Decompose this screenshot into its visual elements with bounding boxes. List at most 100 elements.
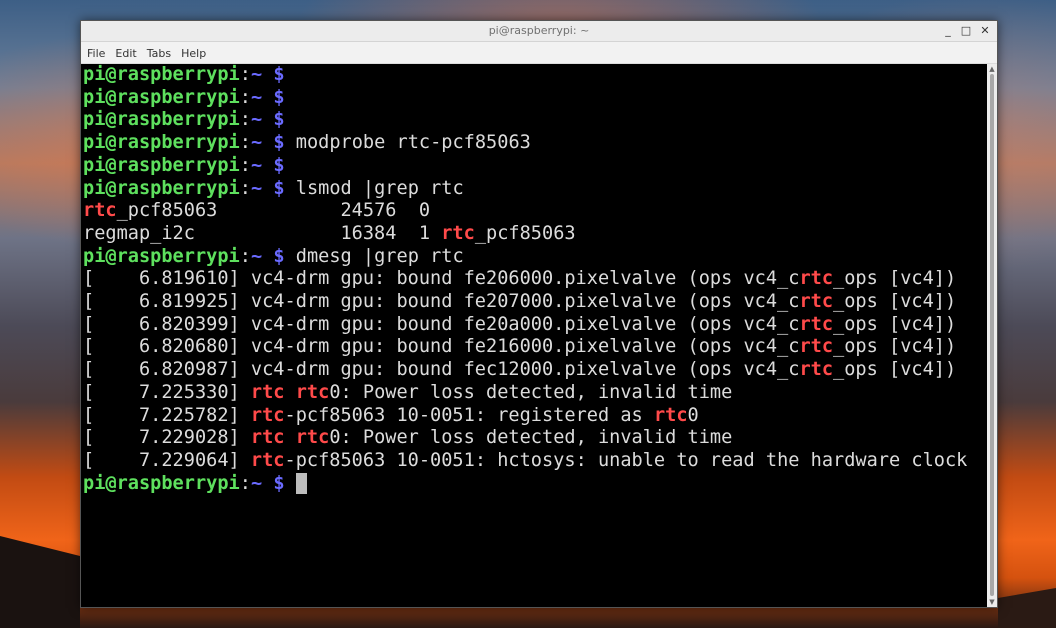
prompt-dollar: $ xyxy=(273,64,285,85)
prompt-path: ~ xyxy=(250,109,263,131)
scroll-thumb[interactable] xyxy=(990,74,994,596)
output-text: [ 6.820987] vc4-drm gpu: bound fec12000.… xyxy=(83,359,800,381)
terminal-window: pi@raspberrypi: ~ _ □ ✕ File Edit Tabs Help… xyxy=(80,20,998,608)
prompt-separator: : xyxy=(239,177,251,199)
prompt-user: pi@raspberrypi xyxy=(83,472,240,494)
output-text: [ 6.819925] vc4-drm gpu: bound fe207000.… xyxy=(83,291,800,312)
output-line: [ 6.819610] vc4-drm gpu: bound fe206000.… xyxy=(83,268,956,290)
text-cursor xyxy=(295,472,307,494)
prompt-line: pi@raspberrypi:~ $ dmesg |grep rtc xyxy=(83,246,464,268)
menu-edit[interactable]: Edit xyxy=(110,44,141,60)
vertical-scrollbar[interactable]: ▲ ▼ xyxy=(987,64,997,607)
output-text: 0: Power loss detected, invalid time xyxy=(329,427,733,449)
output-text: regmap_i2c 16384 1 xyxy=(83,222,442,244)
title-bar[interactable]: pi@raspberrypi: ~ _ □ ✕ xyxy=(81,21,997,42)
prompt-user: pi@raspberrypi xyxy=(83,132,240,154)
prompt-path: ~ xyxy=(250,472,263,494)
menu-help[interactable]: Help xyxy=(176,44,211,60)
command-text: lsmod |grep rtc xyxy=(295,177,464,199)
prompt-path: ~ xyxy=(250,177,263,199)
prompt-line: pi@raspberrypi:~ $ modprobe rtc-pcf85063 xyxy=(83,132,531,154)
terminal-output[interactable]: pi@raspberrypi:~ $ pi@raspberrypi:~ $ pi… xyxy=(81,64,987,607)
close-icon[interactable]: ✕ xyxy=(976,22,994,40)
command-text: modprobe rtc-pcf85063 xyxy=(295,132,531,154)
match-highlight: rtc xyxy=(799,268,834,290)
match-highlight: rtc xyxy=(799,291,834,312)
match-highlight: rtc xyxy=(295,427,330,449)
prompt-path: ~ xyxy=(250,64,263,85)
match-highlight: rtc xyxy=(799,336,834,358)
output-text: 0 xyxy=(687,404,699,426)
match-highlight: rtc xyxy=(441,222,475,244)
output-line: [ 7.229064] rtc-pcf85063 10-0051: hctosy… xyxy=(83,450,967,472)
output-text: [ 7.225782] xyxy=(83,404,251,426)
match-highlight: rtc xyxy=(799,359,834,381)
match-highlight: rtc xyxy=(250,381,285,403)
prompt-separator: : xyxy=(239,132,251,154)
prompt-path: ~ xyxy=(250,245,263,267)
output-text: [ 6.820680] vc4-drm gpu: bound fe216000.… xyxy=(83,336,800,358)
output-line: [ 7.225782] rtc-pcf85063 10-0051: regist… xyxy=(83,405,699,427)
output-text: [ 6.820399] vc4-drm gpu: bound fe20a000.… xyxy=(83,313,800,335)
output-text: _pcf85063 24576 0 xyxy=(116,200,431,222)
prompt-dollar: $ xyxy=(273,154,285,176)
output-text: _ops [vc4]) xyxy=(833,359,957,381)
prompt-user: pi@raspberrypi xyxy=(83,64,240,85)
output-text: _ops [vc4]) xyxy=(833,336,957,358)
match-highlight: rtc xyxy=(250,449,285,471)
output-text: _ops [vc4]) xyxy=(833,291,957,312)
output-text: 0: Power loss detected, invalid time xyxy=(329,381,733,403)
scroll-up-icon[interactable]: ▲ xyxy=(988,65,996,73)
output-text: [ 7.229064] xyxy=(83,449,251,471)
prompt-line: pi@raspberrypi:~ $ xyxy=(83,109,296,131)
prompt-separator: : xyxy=(239,86,251,108)
prompt-user: pi@raspberrypi xyxy=(83,86,240,108)
output-line: [ 6.819925] vc4-drm gpu: bound fe207000.… xyxy=(83,291,956,313)
match-highlight: rtc xyxy=(295,381,330,403)
output-line: rtc_pcf85063 24576 0 xyxy=(83,200,430,222)
prompt-separator: : xyxy=(239,109,251,131)
prompt-separator: : xyxy=(239,64,251,85)
output-text: [ 7.229028] xyxy=(83,427,251,449)
prompt-user: pi@raspberrypi xyxy=(83,245,240,267)
prompt-user: pi@raspberrypi xyxy=(83,177,240,199)
prompt-dollar: $ xyxy=(273,132,285,154)
match-highlight: rtc xyxy=(250,427,285,449)
menu-tabs[interactable]: Tabs xyxy=(142,44,176,60)
prompt-separator: : xyxy=(239,472,251,494)
prompt-path: ~ xyxy=(250,86,263,108)
maximize-icon[interactable]: □ xyxy=(957,22,975,40)
prompt-line: pi@raspberrypi:~ $ xyxy=(83,87,296,109)
output-text: -pcf85063 10-0051: hctosys: unable to re… xyxy=(284,449,968,471)
output-line: [ 6.820399] vc4-drm gpu: bound fe20a000.… xyxy=(83,314,956,336)
output-text: [ 6.819610] vc4-drm gpu: bound fe206000.… xyxy=(83,268,800,290)
prompt-path: ~ xyxy=(250,154,263,176)
prompt-dollar: $ xyxy=(273,86,285,108)
output-text: _ops [vc4]) xyxy=(833,268,957,290)
prompt-line: pi@raspberrypi:~ $ xyxy=(83,155,296,177)
prompt-line: pi@raspberrypi:~ $ lsmod |grep rtc xyxy=(83,178,464,200)
output-text: _pcf85063 xyxy=(474,222,576,244)
menu-bar: File Edit Tabs Help xyxy=(81,42,997,64)
output-line: [ 6.820987] vc4-drm gpu: bound fec12000.… xyxy=(83,359,956,381)
prompt-user: pi@raspberrypi xyxy=(83,154,240,176)
menu-file[interactable]: File xyxy=(81,44,110,60)
output-line: [ 7.225330] rtc rtc0: Power loss detecte… xyxy=(83,382,732,404)
prompt-separator: : xyxy=(239,154,251,176)
output-line: [ 7.229028] rtc rtc0: Power loss detecte… xyxy=(83,427,732,449)
prompt-dollar: $ xyxy=(273,177,285,199)
match-highlight: rtc xyxy=(653,404,688,426)
prompt-line: pi@raspberrypi:~ $ xyxy=(83,472,307,495)
output-line: regmap_i2c 16384 1 rtc_pcf85063 xyxy=(83,223,576,245)
prompt-dollar: $ xyxy=(273,472,285,494)
prompt-dollar: $ xyxy=(273,109,285,131)
minimize-icon[interactable]: _ xyxy=(939,22,957,40)
prompt-dollar: $ xyxy=(273,245,285,267)
scroll-down-icon[interactable]: ▼ xyxy=(988,598,996,606)
output-text: _ops [vc4]) xyxy=(833,313,957,335)
prompt-separator: : xyxy=(239,245,251,267)
prompt-user: pi@raspberrypi xyxy=(83,109,240,131)
output-text: [ 7.225330] xyxy=(83,381,251,403)
